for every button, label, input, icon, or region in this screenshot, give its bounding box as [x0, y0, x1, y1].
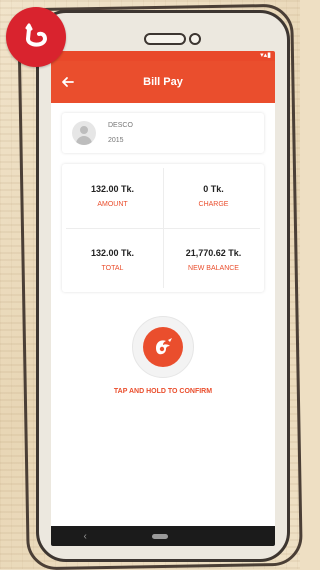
page-title: Bill Pay — [143, 76, 183, 88]
total-value: 132.00 Tk. — [90, 248, 135, 258]
phone-speaker — [144, 33, 186, 45]
status-bar: ▾▴▮ — [51, 51, 275, 61]
phone-frame: ▾▴▮ Bill Pay DESCO 2015 132.00 Tk. AMOUN… — [36, 10, 290, 562]
summary-card: 132.00 Tk. AMOUNT 0 Tk. CHARGE 132.00 Tk… — [62, 164, 264, 292]
nav-home-icon[interactable] — [151, 533, 168, 539]
summary-charge: 0 Tk. CHARGE — [163, 164, 264, 228]
confirm-instruction: TAP AND HOLD TO CONFIRM — [113, 388, 213, 395]
biller-name: DESCO — [108, 122, 133, 129]
phone-screen: ▾▴▮ Bill Pay DESCO 2015 132.00 Tk. AMOUN… — [51, 51, 275, 546]
charge-value: 0 Tk. — [203, 184, 224, 194]
new-balance-label: NEW BALANCE — [188, 265, 239, 272]
amount-value: 132.00 Tk. — [90, 184, 135, 194]
confirm-section: TAP AND HOLD TO CONFIRM — [62, 316, 264, 395]
app-bar: Bill Pay — [51, 61, 275, 103]
confirm-button-ring[interactable] — [132, 316, 194, 378]
brand-logo-mark — [25, 23, 47, 47]
summary-amount: 132.00 Tk. AMOUNT — [62, 164, 163, 228]
confirm-button[interactable] — [143, 327, 183, 367]
bkash-bird-icon — [156, 338, 172, 355]
summary-new-balance: 21,770.62 Tk. NEW BALANCE — [163, 228, 264, 292]
biller-code: 2015 — [108, 137, 124, 144]
summary-total: 132.00 Tk. TOTAL — [62, 228, 163, 292]
charge-label: CHARGE — [198, 201, 229, 208]
biller-card: DESCO 2015 — [62, 113, 264, 153]
main-content: DESCO 2015 132.00 Tk. AMOUNT 0 Tk. CHARG… — [51, 103, 275, 395]
system-nav-bar: ‹ — [51, 526, 275, 546]
phone-camera — [189, 33, 201, 45]
user-avatar-icon — [72, 121, 96, 145]
amount-label: AMOUNT — [97, 201, 128, 208]
back-arrow-icon[interactable] — [59, 73, 77, 91]
new-balance-value: 21,770.62 Tk. — [185, 248, 242, 258]
brand-logo-icon — [6, 7, 66, 67]
nav-back-icon[interactable]: ‹ — [83, 531, 86, 542]
status-icons: ▾▴▮ — [260, 52, 271, 59]
total-label: TOTAL — [101, 265, 124, 272]
